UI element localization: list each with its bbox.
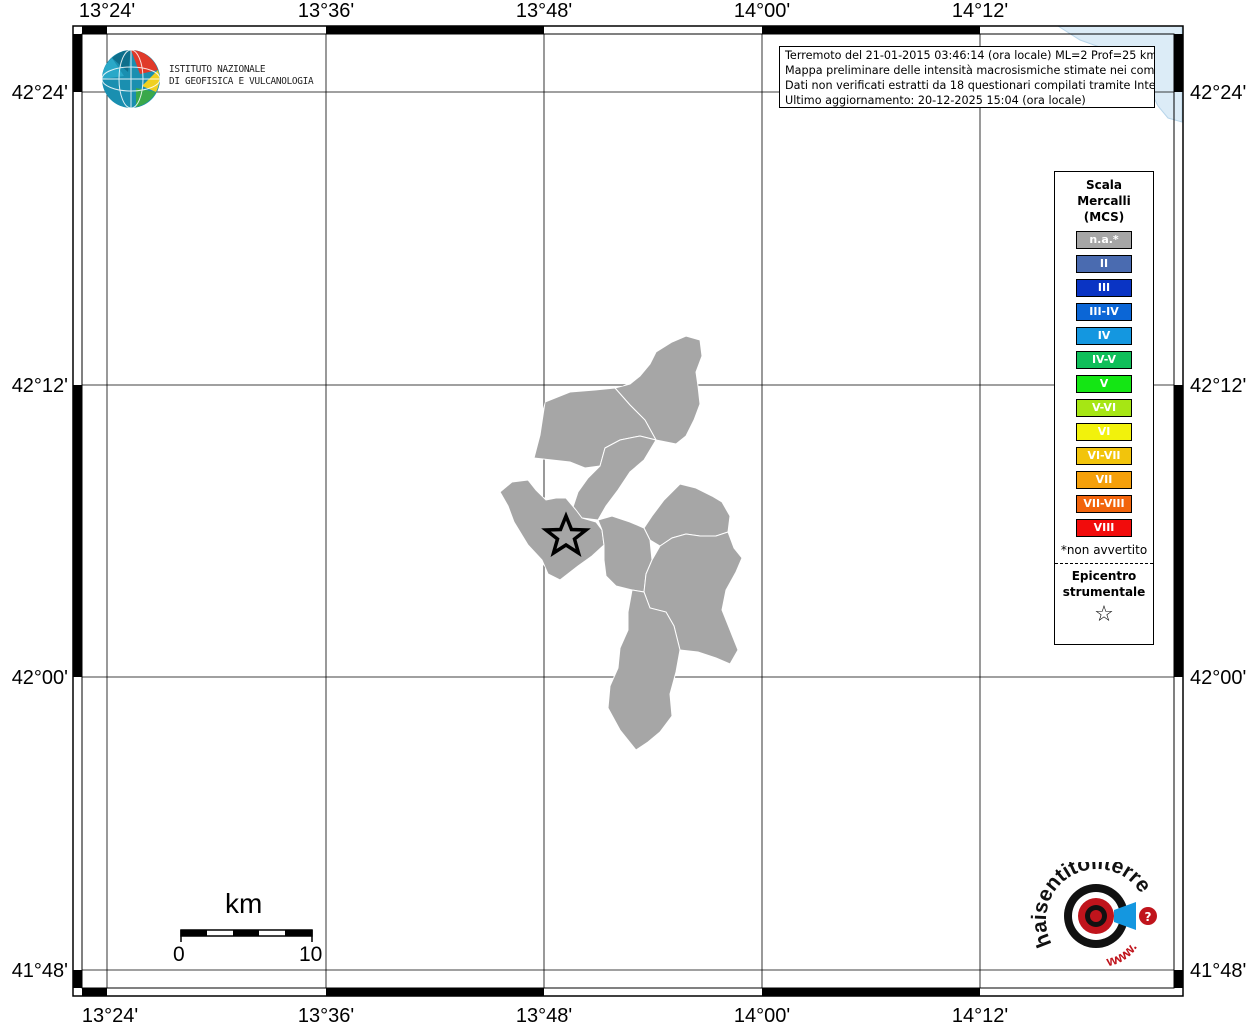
- info-line: Ultimo aggiornamento: 20-12-2025 15:04 (…: [785, 94, 1086, 107]
- lon-labels-bottom: 13°24' 13°36' 13°48' 14°00' 14°12': [82, 1005, 1008, 1024]
- haisentito-logo[interactable]: haisentitoilterremoto.it www. ?: [1021, 844, 1170, 982]
- map-frame-outer: [72, 25, 1184, 997]
- legend-epicenter-line: strumentale: [1062, 585, 1146, 599]
- lon-label-top: 13°24': [79, 0, 135, 22]
- municipalities: [499, 335, 743, 751]
- legend-item: VI: [1076, 423, 1132, 441]
- legend-title-line: Scala: [1085, 178, 1123, 192]
- legend-item: III-IV: [1076, 303, 1132, 321]
- info-line: Mappa preliminare delle intensità macros…: [785, 64, 1155, 77]
- lon-label-top: 14°12': [952, 0, 1008, 22]
- legend-item: III: [1076, 279, 1132, 297]
- scale-unit: km: [225, 888, 263, 919]
- info-line: Dati non verificati estratti da 18 quest…: [785, 79, 1155, 92]
- scale-max: 10: [299, 943, 323, 966]
- legend-item: II: [1076, 255, 1132, 273]
- legend-item: VII: [1076, 471, 1132, 489]
- globe-icon: [101, 49, 161, 109]
- legend-title-line: Mercalli: [1077, 194, 1131, 208]
- legend-item: VI-VII: [1076, 447, 1132, 465]
- ingv-name: ISTITUTO NAZIONALE DI GEOFISICA E VULCAN…: [169, 64, 314, 88]
- legend-item: V: [1076, 375, 1132, 393]
- legend-title: Scala Mercalli (MCS): [1055, 177, 1153, 225]
- legend-item: IV: [1076, 327, 1132, 345]
- scale-bar: [180, 929, 313, 942]
- lat-labels-left: 42°24' 42°12' 42°00' 41°48': [12, 82, 68, 982]
- lon-label-bottom: 14°00': [734, 1005, 790, 1024]
- legend-item: V-VI: [1076, 399, 1132, 417]
- map-frame-inner: [81, 33, 1175, 989]
- lat-label-left: 42°12': [12, 375, 68, 397]
- frame-segments: [73, 26, 1183, 996]
- legend-item: VIII: [1076, 519, 1132, 537]
- legend-epicenter-label: Epicentro strumentale: [1055, 568, 1153, 600]
- question-icon: ?: [1145, 910, 1152, 924]
- lat-label-right: 41°48': [1190, 960, 1246, 982]
- legend-epicenter-line: Epicentro: [1071, 569, 1137, 583]
- lon-labels-top: 13°24' 13°36' 13°48' 14°00' 14°12': [79, 0, 1008, 22]
- lon-label-bottom: 14°12': [952, 1005, 1008, 1024]
- lon-label-bottom: 13°48': [516, 1005, 572, 1024]
- haisentito-badge: haisentitoilterremoto.it www. ?: [1021, 844, 1157, 970]
- star-icon: ☆: [1094, 602, 1114, 627]
- legend-title-line: (MCS): [1083, 210, 1125, 224]
- scale-min: 0: [173, 943, 185, 966]
- lon-label-bottom: 13°24': [82, 1005, 138, 1024]
- legend-separator: [1055, 563, 1153, 564]
- lat-label-right: 42°24': [1190, 82, 1246, 104]
- lon-label-top: 13°36': [298, 0, 354, 22]
- lon-label-top: 13°48': [516, 0, 572, 22]
- lat-label-left: 42°24': [12, 82, 68, 104]
- lat-label-right: 42°00': [1190, 667, 1246, 689]
- ingv-logo: ISTITUTO NAZIONALE DI GEOFISICA E VULCAN…: [100, 48, 320, 110]
- ingv-name-line1: ISTITUTO NAZIONALE: [169, 64, 266, 75]
- graticule: [82, 34, 1174, 988]
- mcs-legend: Scala Mercalli (MCS) n.a.* II III III-IV IV I…: [1054, 171, 1154, 645]
- legend-item: n.a.*: [1076, 231, 1132, 249]
- lat-labels-right: 42°24' 42°12' 42°00' 41°48': [1190, 82, 1246, 982]
- lon-label-top: 14°00': [734, 0, 790, 22]
- ingv-name-line2: DI GEOFISICA E VULCANOLOGIA: [169, 76, 314, 87]
- lat-label-right: 42°12': [1190, 375, 1246, 397]
- lat-label-left: 42°00': [12, 667, 68, 689]
- earthquake-info-box: Terremoto del 21-01-2015 03:46:14 (ora l…: [779, 46, 1155, 108]
- info-line: Terremoto del 21-01-2015 03:46:14 (ora l…: [785, 49, 1155, 62]
- legend-items: n.a.* II III III-IV IV IV-V V V-VI VI VI-VII VII VI…: [1055, 231, 1153, 537]
- lat-label-left: 41°48': [12, 960, 68, 982]
- legend-item: VII-VIII: [1076, 495, 1132, 513]
- lon-label-bottom: 13°36': [298, 1005, 354, 1024]
- legend-note: *non avvertito: [1060, 543, 1148, 557]
- legend-item: IV-V: [1076, 351, 1132, 369]
